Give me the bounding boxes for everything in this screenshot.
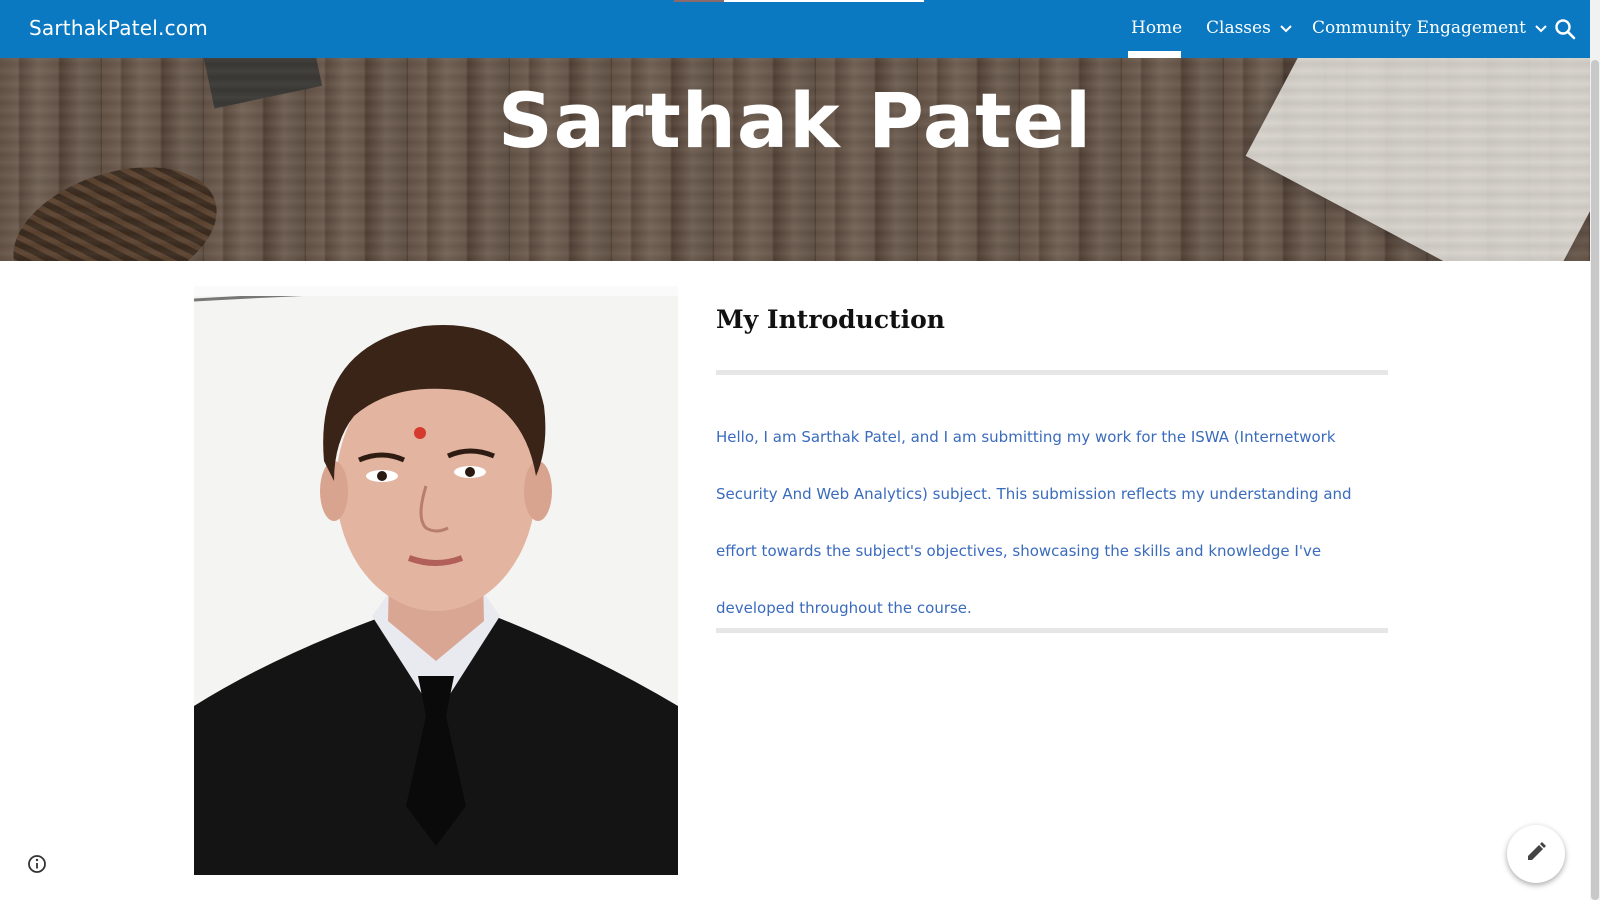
nav-item-label: Classes [1206, 18, 1271, 38]
section-heading: My Introduction [716, 305, 945, 334]
top-navigation-bar: SarthakPatel.com Home Classes Community … [0, 0, 1590, 58]
hero-banner: Sarthak Patel [0, 58, 1590, 261]
page-load-progress [674, 0, 924, 2]
divider [716, 370, 1388, 375]
chevron-down-icon[interactable] [1279, 21, 1293, 35]
site-title-link[interactable]: SarthakPatel.com [29, 16, 208, 40]
edit-button[interactable] [1507, 825, 1565, 883]
nav-item-label: Home [1131, 18, 1183, 38]
pencil-icon [1525, 841, 1547, 868]
scrollbar-thumb[interactable] [1591, 60, 1599, 900]
nav-item-label: Community Engagement [1312, 18, 1526, 38]
intro-paragraph: Hello, I am Sarthak Patel, and I am subm… [716, 428, 1352, 617]
chevron-down-icon[interactable] [1534, 21, 1548, 35]
nav-item-classes[interactable]: Classes [1206, 18, 1293, 38]
hero-title: Sarthak Patel [497, 76, 1093, 165]
nav-item-community-engagement[interactable]: Community Engagement [1312, 18, 1548, 38]
active-nav-indicator [1128, 51, 1181, 58]
divider [716, 628, 1388, 633]
profile-photo [194, 286, 678, 875]
search-icon[interactable] [1554, 18, 1576, 40]
page-scrollbar[interactable] [1590, 0, 1600, 900]
info-icon[interactable] [27, 854, 47, 874]
nav-item-home[interactable]: Home [1131, 18, 1182, 38]
